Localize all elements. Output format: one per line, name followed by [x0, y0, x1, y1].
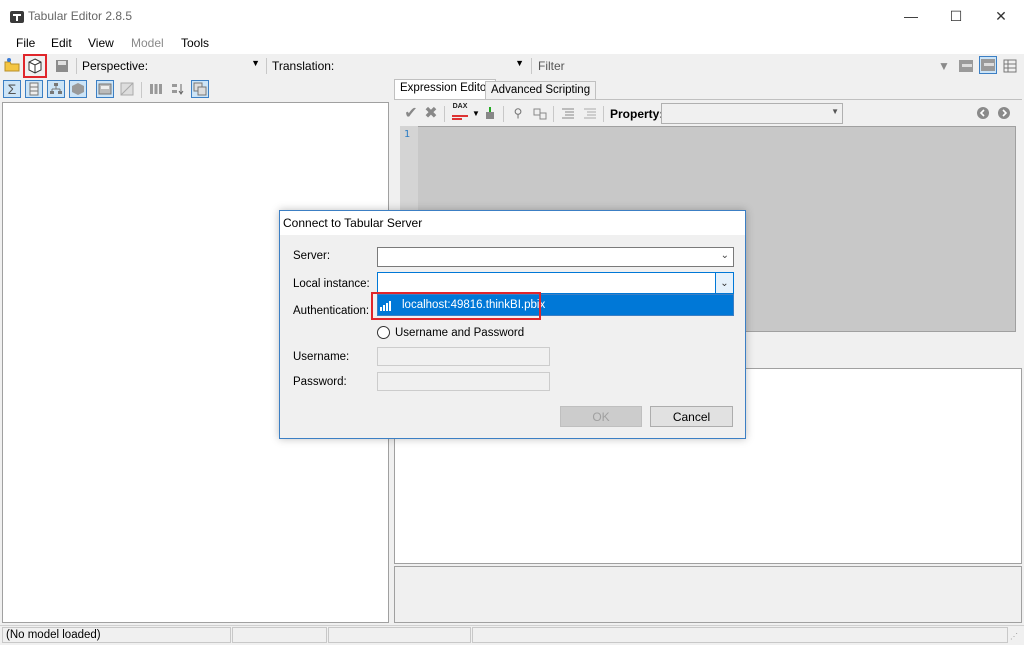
server-combobox[interactable]: ⌄: [377, 247, 734, 267]
minimize-button[interactable]: —: [888, 0, 934, 32]
toolbar-separator: [531, 58, 532, 74]
format-icon[interactable]: [481, 104, 499, 122]
layout-icon-2[interactable]: [979, 56, 997, 74]
property-select[interactable]: ▼: [661, 103, 843, 124]
chevron-down-icon[interactable]: ⌄: [715, 273, 733, 293]
translation-label: Translation:: [272, 59, 335, 73]
username-password-label[interactable]: Username and Password: [395, 327, 524, 339]
sort-icon[interactable]: [169, 80, 187, 98]
property-label: Property:: [610, 107, 664, 121]
menu-tools[interactable]: Tools: [181, 36, 209, 50]
dax-format-icon[interactable]: DAX: [450, 103, 470, 123]
password-field[interactable]: [377, 372, 550, 391]
resize-grip-icon[interactable]: ⋰: [1010, 632, 1018, 641]
status-cell-2: [232, 627, 327, 643]
perspective-label: Perspective:: [82, 59, 149, 73]
connect-dialog: [279, 210, 746, 439]
filter-input[interactable]: Filter: [538, 59, 565, 73]
toolbar-separator: [444, 106, 445, 122]
copy-icon[interactable]: [191, 80, 209, 98]
toolbar-separator: [266, 58, 267, 74]
sigma-icon[interactable]: Σ: [3, 80, 21, 98]
layout-icon[interactable]: [957, 57, 975, 75]
status-text: (No model loaded): [2, 627, 231, 643]
table-icon[interactable]: [96, 80, 114, 98]
status-cell-3: [328, 627, 471, 643]
chevron-down-icon[interactable]: ⌄: [721, 250, 729, 261]
chevron-down-icon[interactable]: ▼: [472, 109, 480, 118]
columns-icon[interactable]: [147, 80, 165, 98]
toolbar-separator: [503, 106, 504, 122]
cancel-button[interactable]: Cancel: [650, 406, 733, 427]
save-icon[interactable]: [53, 57, 71, 75]
tab-expression-editor[interactable]: Expression Editor: [394, 79, 497, 99]
local-instance-label: Local instance:: [293, 278, 370, 290]
local-instance-combobox[interactable]: ⌄: [377, 272, 734, 294]
perspective-icon[interactable]: [69, 80, 87, 98]
back-icon[interactable]: [974, 104, 992, 122]
filter-icon[interactable]: ▼: [935, 57, 953, 75]
perspective-select[interactable]: ▼: [148, 57, 262, 75]
username-field[interactable]: [377, 347, 550, 366]
maximize-button[interactable]: ☐: [933, 0, 979, 32]
menu-edit[interactable]: Edit: [51, 36, 72, 50]
tab-advanced-scripting[interactable]: Advanced Scripting: [485, 81, 597, 99]
chevron-down-icon: ▼: [251, 58, 260, 68]
dax-label: DAX: [452, 103, 468, 110]
hierarchy-icon[interactable]: [47, 80, 65, 98]
open-icon[interactable]: [3, 56, 21, 74]
window-title: Tabular Editor 2.8.5: [28, 9, 133, 23]
translation-select[interactable]: ▼: [336, 57, 526, 75]
accept-icon[interactable]: ✔: [402, 104, 420, 122]
password-label: Password:: [293, 376, 347, 388]
comment-icon[interactable]: [559, 104, 577, 122]
chevron-down-icon: ▼: [831, 107, 839, 116]
authentication-label: Authentication:: [293, 305, 370, 317]
replace-icon[interactable]: [531, 104, 549, 122]
username-password-radio[interactable]: [377, 326, 390, 339]
property-description-pane: [394, 566, 1022, 623]
grid-icon[interactable]: [1001, 57, 1019, 75]
toolbar-separator: [76, 58, 77, 74]
menu-view[interactable]: View: [88, 36, 114, 50]
toolbar-separator: [553, 106, 554, 122]
menu-file[interactable]: File: [16, 36, 35, 50]
chevron-down-icon: ▼: [515, 58, 524, 68]
title-bar: Tabular Editor 2.8.5 — ☐ ✕: [0, 0, 1024, 32]
option-highlight: [371, 292, 541, 320]
dialog-title-bar: Connect to Tabular Server: [280, 211, 745, 235]
app-icon: [9, 9, 25, 25]
toolbar-separator: [603, 106, 604, 122]
column-icon[interactable]: [25, 80, 43, 98]
search-icon[interactable]: ⚲: [509, 104, 527, 122]
toolbar-separator: [141, 82, 142, 98]
cancel-icon[interactable]: ✖: [422, 104, 440, 122]
ok-button[interactable]: OK: [560, 406, 642, 427]
menu-model[interactable]: Model: [131, 36, 164, 50]
tab-divider: [394, 99, 1022, 100]
line-number: 1: [404, 129, 411, 140]
forward-icon[interactable]: [995, 104, 1013, 122]
close-button[interactable]: ✕: [978, 0, 1024, 32]
username-label: Username:: [293, 351, 350, 363]
uncomment-icon[interactable]: [581, 104, 599, 122]
dialog-title: Connect to Tabular Server: [283, 216, 423, 230]
status-cell-4: [472, 627, 1008, 643]
server-label: Server:: [293, 250, 331, 262]
connect-icon[interactable]: [26, 57, 44, 75]
hidden-icon[interactable]: [118, 80, 136, 98]
